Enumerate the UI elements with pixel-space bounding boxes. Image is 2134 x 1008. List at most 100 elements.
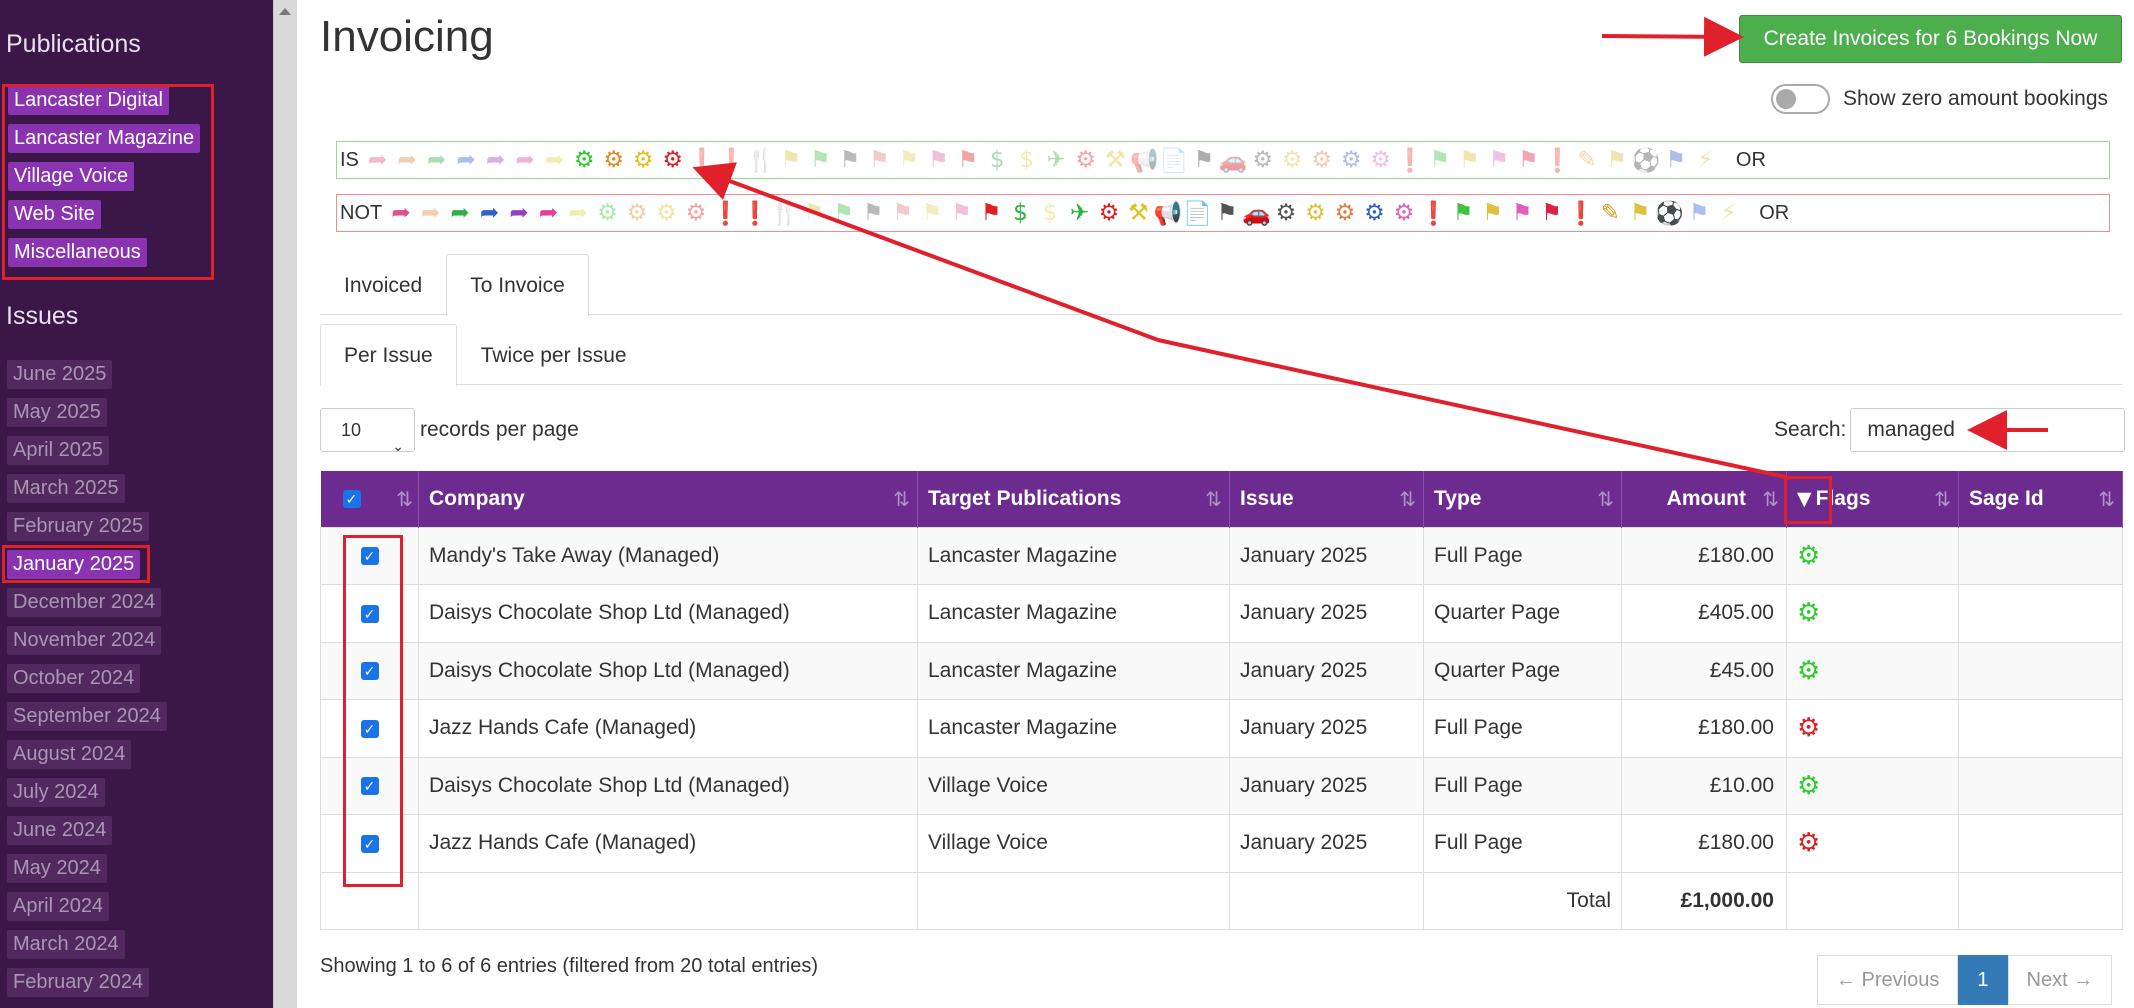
publication-lancaster-digital[interactable]: Lancaster Digital [8,86,169,115]
alert-icon[interactable]: ❗ [1395,147,1425,174]
car-icon[interactable]: 🚗 [1242,200,1272,227]
flag-icon[interactable]: ⚑ [1513,147,1543,173]
flag-icon[interactable]: ⚑ [835,147,865,173]
flag-icon[interactable]: ⚑ [1507,200,1537,226]
publication-lancaster-magazine[interactable]: Lancaster Magazine [8,124,201,153]
gear-icon[interactable]: ⚙ [1366,147,1396,173]
flag-icon[interactable]: ⚑ [947,200,977,226]
gavel-icon[interactable]: ⚒ [1100,147,1130,173]
column-type[interactable]: Type ⇅ [1423,471,1622,527]
flag-icon[interactable]: ⚑ [917,200,947,226]
row-checkbox[interactable]: ✓ [360,719,379,738]
share-arrow-icon[interactable]: ➦ [416,200,446,226]
checkered-flag-icon[interactable]: ⚑ [1625,200,1655,226]
issue-item[interactable]: March 2024 [7,930,125,959]
flag-icon[interactable]: ⚑ [864,147,894,173]
dollar-icon[interactable]: $ [982,147,1012,173]
flag-icon[interactable]: ⚑ [1425,147,1455,173]
filter-icon[interactable]: ▼ [1797,488,1812,510]
issue-item[interactable]: October 2024 [7,664,141,693]
flag-icon[interactable]: ⚑ [1484,147,1514,173]
row-checkbox[interactable]: ✓ [360,777,379,796]
pencil-icon[interactable]: ✎ [1596,200,1626,226]
alert-icon[interactable]: ❗ [717,147,747,174]
create-invoices-button[interactable]: Create Invoices for 6 Bookings Now [1739,15,2122,63]
flag-icon[interactable]: ⚑ [1478,200,1508,226]
gear-icon[interactable]: ⚙ [1271,200,1301,226]
share-arrow-icon[interactable]: ➦ [422,147,452,173]
flag-icon[interactable]: ⚑ [1448,200,1478,226]
column-sage-id[interactable]: Sage Id ⇅ [1958,471,2123,527]
checkered-flag-icon[interactable]: ⚑ [1602,147,1632,173]
issue-item[interactable]: February 2024 [7,968,150,997]
issue-item[interactable]: December 2024 [7,588,162,617]
gears-yellow-icon[interactable]: ⚙ [652,200,682,226]
flag-icon[interactable]: ⚑ [1212,200,1242,226]
scroll-up-arrow-icon[interactable] [279,8,291,15]
sort-icon[interactable]: ⇅ [396,487,413,512]
flag-icon[interactable]: ⚑ [829,200,859,226]
gears-green-icon[interactable]: ⚙ [593,200,623,226]
issue-item[interactable]: July 2024 [7,778,105,807]
pencil-icon[interactable]: ✎ [1572,147,1602,173]
issue-item[interactable]: March 2025 [7,474,125,503]
car-icon[interactable]: 🚗 [1218,147,1248,174]
megaphone-icon[interactable]: 📢 [1153,200,1183,227]
alert-icon[interactable]: ❗ [1543,147,1573,174]
publication-miscellaneous[interactable]: Miscellaneous [8,238,147,267]
share-arrow-icon[interactable]: ➦ [534,200,564,226]
issue-item[interactable]: May 2025 [7,398,107,427]
row-checkbox[interactable]: ✓ [360,547,379,566]
sidebar-scrollbar[interactable] [273,0,297,1008]
issue-item-active[interactable]: January 2025 [7,550,141,579]
column-amount[interactable]: Amount ⇅ [1621,471,1787,527]
column-company[interactable]: Company ⇅ [418,471,918,527]
cutlery-icon[interactable]: 🍴 [770,200,800,227]
issue-item[interactable]: September 2024 [7,702,167,731]
share-arrow-icon[interactable]: ➦ [475,200,505,226]
gear-icon[interactable]: ⚙ [1071,147,1101,173]
alert-icon[interactable]: ❗ [1419,200,1449,227]
issue-item[interactable]: June 2025 [7,360,113,389]
issue-item[interactable]: April 2025 [7,436,110,465]
share-arrow-icon[interactable]: ➦ [540,147,570,173]
column-issue[interactable]: Issue ⇅ [1229,471,1424,527]
flag-icon[interactable]: ⚑ [894,147,924,173]
lightning-icon[interactable]: ⚡ [1690,147,1720,173]
share-arrow-icon[interactable]: ➦ [510,147,540,173]
share-arrow-icon[interactable]: ➦ [481,147,511,173]
flag-icon[interactable]: ⚑ [1454,147,1484,173]
column-flags[interactable]: ▼ Flags ⇅ [1786,471,1959,527]
publication-village-voice[interactable]: Village Voice [8,162,135,191]
tab-per-issue[interactable]: Per Issue [320,324,457,386]
share-arrow-icon[interactable]: ➦ [386,200,416,226]
gear-icon[interactable]: ⚙ [1277,147,1307,173]
page-1-button[interactable]: 1 [1958,955,2008,1005]
gear-icon[interactable]: ⚙ [1336,147,1366,173]
flag-icon[interactable]: ⚑ [776,147,806,173]
gears-orange-icon[interactable]: ⚙ [599,147,629,173]
football-icon[interactable]: ⚽ [1631,147,1661,174]
lightning-icon[interactable]: ⚡ [1714,200,1744,226]
football-icon[interactable]: ⚽ [1655,200,1685,227]
row-checkbox[interactable]: ✓ [360,604,379,623]
gears-orange-icon[interactable]: ⚙ [622,200,652,226]
flag-icon[interactable]: ⚑ [923,147,953,173]
issue-item[interactable]: June 2024 [7,816,113,845]
alert-icon[interactable]: ❗ [711,200,741,227]
flag-icon[interactable]: ⚑ [888,200,918,226]
flag-icon[interactable]: ⚑ [799,200,829,226]
gavel-icon[interactable]: ⚒ [1124,200,1154,226]
records-per-page-select[interactable]: 10 ⌄ [320,408,415,454]
flag-icon[interactable]: ⚑ [953,147,983,173]
tab-invoiced[interactable]: Invoiced [320,254,446,315]
flag-icon[interactable]: ⚑ [805,147,835,173]
share-arrow-icon[interactable]: ➦ [563,200,593,226]
previous-page-button[interactable]: ← Previous [1817,955,1959,1005]
gear-icon[interactable]: ⚙ [1360,200,1390,226]
gear-icon[interactable]: ⚙ [1389,200,1419,226]
document-icon[interactable]: 📄 [1159,147,1189,174]
megaphone-icon[interactable]: 📢 [1130,147,1160,174]
flag-icon[interactable]: ⚑ [1684,200,1714,226]
flag-icon[interactable]: ⚑ [1661,147,1691,173]
